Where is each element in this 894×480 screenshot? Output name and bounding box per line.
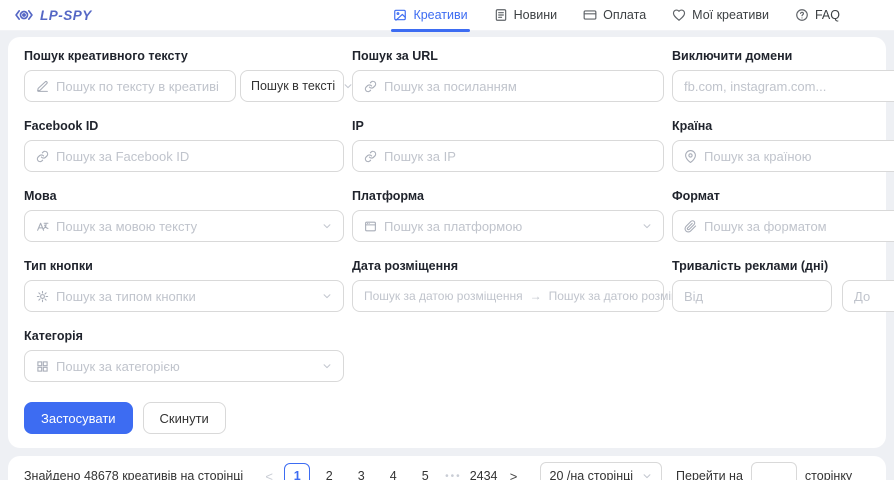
url-input[interactable] bbox=[384, 79, 652, 94]
reset-button[interactable]: Скинути bbox=[143, 402, 226, 434]
main-nav: Креативи Новини Оплата Мої креативи FAQ bbox=[393, 0, 840, 31]
pencil-icon bbox=[36, 80, 49, 93]
app-header: LP-SPY Креативи Новини Оплата Мої креати… bbox=[0, 0, 894, 31]
eye-logo-icon bbox=[14, 5, 34, 25]
field-button-type: Тип кнопки Пошук за типом кнопки bbox=[24, 259, 344, 312]
question-icon bbox=[795, 8, 809, 22]
category-select[interactable]: Пошук за категорією bbox=[24, 350, 344, 382]
creative-text-input[interactable] bbox=[56, 79, 224, 94]
field-placement-date: Дата розміщення Пошук за датою розміщенн… bbox=[352, 259, 664, 312]
apply-button[interactable]: Застосувати bbox=[24, 402, 133, 434]
field-language: Мова Пошук за мовою тексту bbox=[24, 189, 344, 242]
format-select[interactable]: Пошук за форматом bbox=[672, 210, 894, 242]
prev-page-button[interactable]: < bbox=[257, 469, 281, 480]
country-input[interactable] bbox=[704, 149, 894, 164]
credit-card-icon bbox=[583, 8, 597, 22]
nav-label: Новини bbox=[514, 8, 558, 22]
duration-from-wrap bbox=[672, 280, 832, 312]
duration-to-input[interactable] bbox=[854, 289, 894, 304]
goto-page: Перейти на сторінку bbox=[676, 462, 852, 480]
brand-logo[interactable]: LP-SPY bbox=[14, 5, 92, 25]
nav-label: FAQ bbox=[815, 8, 840, 22]
filter-panel: Пошук креативного тексту Пошук в тексті … bbox=[8, 37, 886, 448]
translate-icon bbox=[36, 220, 49, 233]
url-input-wrap bbox=[352, 70, 664, 102]
field-facebook-id: Facebook ID bbox=[24, 119, 344, 172]
link-icon bbox=[364, 80, 377, 93]
page-button-5[interactable]: 5 bbox=[412, 463, 438, 480]
page-button-1[interactable]: 1 bbox=[284, 463, 310, 480]
exclude-domains-input[interactable] bbox=[684, 79, 894, 94]
field-exclude-domains: Виключити домени bbox=[672, 49, 894, 102]
field-format: Формат Пошук за форматом bbox=[672, 189, 894, 242]
nav-item-news[interactable]: Новини bbox=[494, 0, 558, 31]
gear-icon bbox=[36, 290, 49, 303]
nav-label: Мої креативи bbox=[692, 8, 769, 22]
button-type-select[interactable]: Пошук за типом кнопки bbox=[24, 280, 344, 312]
results-count: Знайдено 48678 креативів на сторінці bbox=[24, 469, 243, 480]
field-label: Пошук креативного тексту bbox=[24, 49, 344, 63]
duration-to-wrap bbox=[842, 280, 894, 312]
nav-item-creatives[interactable]: Креативи bbox=[393, 0, 467, 31]
exclude-domains-input-wrap bbox=[672, 70, 894, 102]
chevron-down-icon bbox=[322, 221, 332, 231]
goto-page-input[interactable] bbox=[751, 462, 797, 480]
chevron-down-icon bbox=[642, 221, 652, 231]
paperclip-icon bbox=[684, 220, 697, 233]
facebook-id-input[interactable] bbox=[56, 149, 332, 164]
pin-icon bbox=[684, 150, 697, 163]
platform-select[interactable]: Пошук за платформою bbox=[352, 210, 664, 242]
page-button-3[interactable]: 3 bbox=[348, 463, 374, 480]
nav-label: Креативи bbox=[413, 8, 467, 22]
duration-from-input[interactable] bbox=[684, 289, 820, 304]
field-url: Пошук за URL bbox=[352, 49, 664, 102]
image-icon bbox=[393, 8, 407, 22]
nav-item-payment[interactable]: Оплата bbox=[583, 0, 646, 31]
link-icon bbox=[364, 150, 377, 163]
field-creative-text: Пошук креативного тексту Пошук в тексті bbox=[24, 49, 344, 102]
field-platform: Платформа Пошук за платформою bbox=[352, 189, 664, 242]
date-range-picker[interactable]: Пошук за датою розміщення → Пошук за дат… bbox=[352, 280, 664, 312]
field-country: Країна bbox=[672, 119, 894, 172]
ip-input-wrap bbox=[352, 140, 664, 172]
page-button-2[interactable]: 2 bbox=[316, 463, 342, 480]
nav-item-faq[interactable]: FAQ bbox=[795, 0, 840, 31]
country-input-wrap bbox=[672, 140, 894, 172]
ellipsis-icon[interactable]: ••• bbox=[445, 471, 462, 480]
field-category: Категорія Пошук за категорією bbox=[24, 329, 344, 382]
chevron-down-icon bbox=[642, 471, 652, 480]
facebook-id-input-wrap bbox=[24, 140, 344, 172]
language-select[interactable]: Пошук за мовою тексту bbox=[24, 210, 344, 242]
heart-icon bbox=[672, 8, 686, 22]
field-duration: Тривалість реклами (дні) bbox=[672, 259, 894, 312]
nav-item-my-creatives[interactable]: Мої креативи bbox=[672, 0, 769, 31]
page-size-select[interactable]: 20 /на сторінці bbox=[540, 462, 663, 480]
ip-input[interactable] bbox=[384, 149, 652, 164]
link-icon bbox=[36, 150, 49, 163]
pagination-bar: Знайдено 48678 креативів на сторінці < 1… bbox=[8, 456, 886, 480]
arrow-right-icon: → bbox=[530, 289, 542, 303]
platform-icon bbox=[364, 220, 377, 233]
chevron-down-icon bbox=[322, 291, 332, 301]
page-button-last[interactable]: 2434 bbox=[469, 463, 499, 480]
brand-name: LP-SPY bbox=[40, 8, 92, 23]
grid-icon bbox=[36, 360, 49, 373]
page-button-4[interactable]: 4 bbox=[380, 463, 406, 480]
field-ip: IP bbox=[352, 119, 664, 172]
chevron-down-icon bbox=[322, 361, 332, 371]
creative-text-input-wrap bbox=[24, 70, 236, 102]
next-page-button[interactable]: > bbox=[502, 469, 526, 480]
news-icon bbox=[494, 8, 508, 22]
nav-label: Оплата bbox=[603, 8, 646, 22]
search-mode-select[interactable]: Пошук в тексті bbox=[240, 70, 344, 102]
